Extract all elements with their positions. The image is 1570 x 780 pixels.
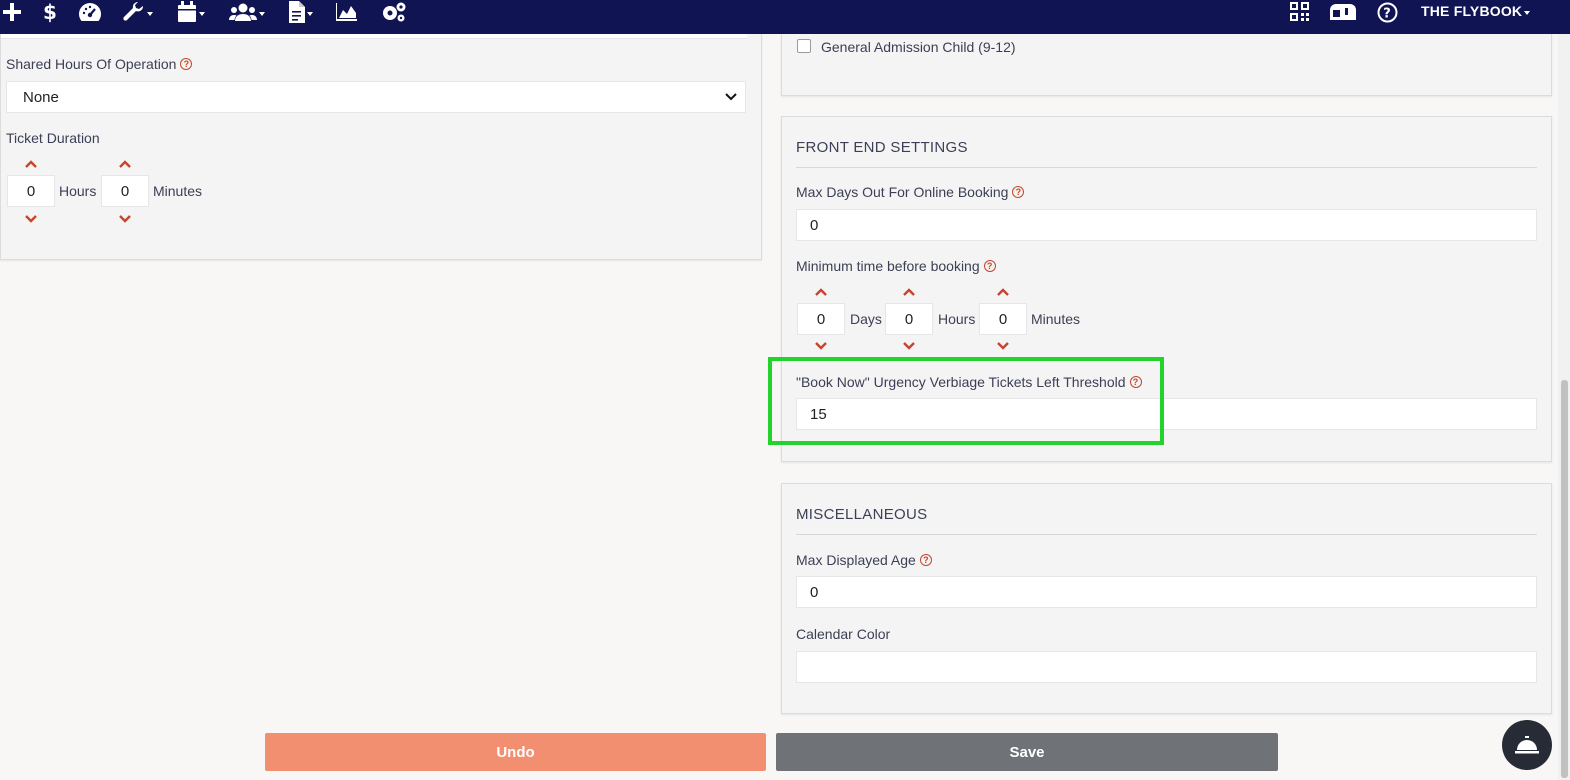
duration-minutes-input[interactable]: 0: [101, 175, 149, 207]
help-icon[interactable]: ?: [1377, 0, 1398, 24]
help-icon[interactable]: ?: [180, 58, 193, 70]
document-icon[interactable]: [288, 0, 313, 24]
hours-decrement-icon[interactable]: [24, 214, 38, 224]
minutes-unit-label: Minutes: [1031, 311, 1081, 327]
hours-decrement-icon[interactable]: [902, 341, 916, 351]
hours-increment-icon[interactable]: [902, 287, 916, 297]
days-decrement-icon[interactable]: [814, 341, 828, 351]
highlight-box: [768, 357, 1164, 445]
min-minutes-input[interactable]: 0: [979, 303, 1027, 335]
general-admission-child-checkbox[interactable]: [797, 39, 811, 53]
hours-increment-icon[interactable]: [24, 159, 38, 169]
undo-button[interactable]: Undo: [265, 733, 766, 771]
mailbox-icon[interactable]: [1330, 0, 1356, 24]
calendar-icon[interactable]: [177, 0, 205, 24]
max-age-label: Max Displayed Age ?: [796, 552, 932, 568]
duration-hours-input[interactable]: 0: [7, 175, 55, 207]
users-icon[interactable]: [229, 0, 265, 24]
bell-icon: [1515, 736, 1539, 754]
chart-icon[interactable]: [336, 0, 358, 24]
concierge-bell-button[interactable]: [1502, 720, 1552, 770]
min-days-input[interactable]: 0: [797, 303, 845, 335]
shared-hours-value: None: [23, 88, 59, 106]
max-days-input[interactable]: 0: [796, 209, 1537, 241]
days-increment-icon[interactable]: [814, 287, 828, 297]
max-age-input[interactable]: 0: [796, 576, 1537, 608]
help-icon[interactable]: ?: [1012, 186, 1025, 198]
scrollbar-thumb[interactable]: [1561, 380, 1568, 778]
dashboard-icon[interactable]: [78, 0, 102, 24]
shared-hours-label: Shared Hours Of Operation ?: [6, 56, 193, 72]
save-button[interactable]: Save: [776, 733, 1278, 771]
chevron-down-icon: [725, 93, 737, 101]
min-time-label: Minimum time before booking ?: [796, 258, 996, 274]
min-hours-input[interactable]: 0: [885, 303, 933, 335]
brand-name: THE FLYBOOK: [1421, 3, 1523, 19]
minutes-decrement-icon[interactable]: [996, 341, 1010, 351]
section-divider: [796, 534, 1537, 535]
qr-code-icon[interactable]: [1290, 0, 1309, 24]
hours-unit-label: Hours: [938, 311, 976, 327]
ticket-duration-label: Ticket Duration: [6, 130, 100, 146]
shared-hours-select[interactable]: None: [6, 81, 746, 113]
calendar-color-input[interactable]: [796, 651, 1537, 683]
brand-menu[interactable]: THE FLYBOOK: [1421, 3, 1531, 19]
plus-icon[interactable]: [3, 0, 21, 24]
help-icon[interactable]: ?: [919, 554, 932, 566]
minutes-increment-icon[interactable]: [996, 287, 1010, 297]
wrench-icon[interactable]: [123, 0, 153, 24]
section-divider: [796, 167, 1537, 168]
minutes-increment-icon[interactable]: [118, 159, 132, 169]
front-end-settings-title: FRONT END SETTINGS: [796, 139, 968, 156]
settings-icon[interactable]: [380, 0, 408, 24]
hours-unit-label: Hours: [59, 183, 97, 199]
days-unit-label: Days: [850, 311, 882, 327]
svg-text:$: $: [43, 1, 57, 23]
svg-text:?: ?: [1383, 6, 1391, 21]
chevron-down-icon: [1524, 11, 1531, 15]
calendar-color-label: Calendar Color: [796, 626, 891, 642]
general-admission-child-label: General Admission Child (9-12): [821, 39, 1016, 55]
max-days-label: Max Days Out For Online Booking ?: [796, 184, 1025, 200]
previous-field-edge: [1, 34, 747, 39]
minutes-decrement-icon[interactable]: [118, 214, 132, 224]
help-icon[interactable]: ?: [983, 260, 996, 272]
top-navbar: $ ? THE FLYBOOK: [0, 0, 1570, 34]
dollar-icon[interactable]: $: [43, 0, 57, 24]
miscellaneous-title: MISCELLANEOUS: [796, 506, 928, 523]
minutes-unit-label: Minutes: [153, 183, 203, 199]
